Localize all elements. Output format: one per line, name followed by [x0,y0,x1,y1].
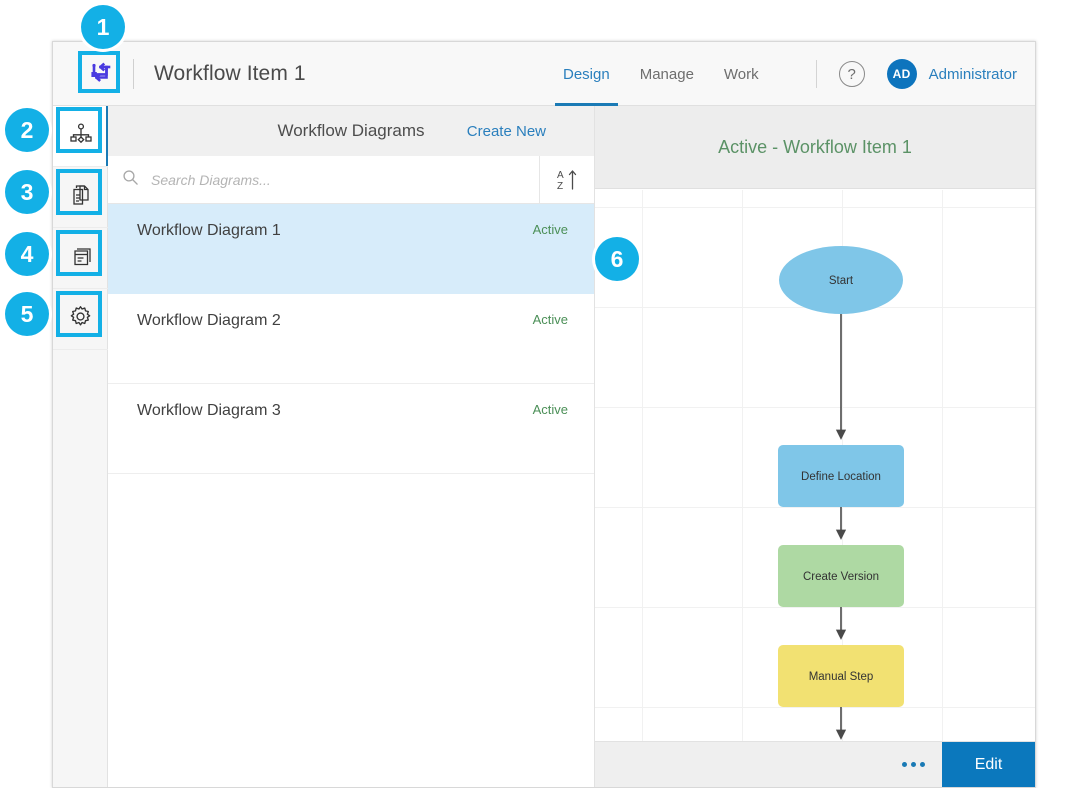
diagram-hierarchy-icon [69,122,93,151]
workflow-diagram: Start Define Location Create Version Man… [595,190,1035,741]
header-right-group: ? AD Administrator [816,42,1017,106]
node-start[interactable]: Start [779,246,903,314]
svg-text:Z: Z [557,181,563,192]
panel-title: Workflow Diagrams [277,121,424,141]
node-create-version[interactable]: Create Version [778,545,904,607]
status-badge: Active [533,222,568,237]
diagram-canvas[interactable]: Start Define Location Create Version Man… [595,190,1035,741]
callout-badge-6: 6 [595,237,639,281]
search-wrapper[interactable] [108,156,540,203]
status-badge: Active [533,402,568,417]
canvas-footer: Edit [595,741,1035,787]
pages-stack-icon [69,244,93,273]
app-header: Workflow Item 1 Design Manage Work ? AD … [53,42,1035,106]
tab-manage[interactable]: Manage [625,42,709,106]
diagram-name: Workflow Diagram 1 [137,222,281,240]
sidebar-icon-rail [53,106,108,787]
callout-badge-4: 4 [5,232,49,276]
app-window: Workflow Item 1 Design Manage Work ? AD … [52,41,1036,788]
node-define-location[interactable]: Define Location [778,445,904,507]
tab-work[interactable]: Work [709,42,774,106]
panel-header: Workflow Diagrams Create New [108,106,594,156]
dot [902,762,907,767]
search-input[interactable] [151,172,539,188]
gear-icon [68,304,93,334]
canvas-pane: Active - Workflow Item 1 Start [595,106,1035,787]
dot [920,762,925,767]
question-mark-icon[interactable]: ? [839,61,865,87]
search-icon [122,169,139,191]
list-item[interactable]: Workflow Diagram 2 Active [108,294,594,384]
dot [911,762,916,767]
status-badge: Active [533,312,568,327]
callout-badge-3: 3 [5,170,49,214]
callout-badge-1: 1 [81,5,125,49]
header-divider [133,59,134,89]
node-label: Create Version [803,571,879,583]
list-item[interactable]: Workflow Diagram 3 Active [108,384,594,474]
svg-text:A: A [557,170,564,181]
callout-badge-5: 5 [5,292,49,336]
workflow-logo-icon[interactable] [83,56,119,92]
canvas-title: Active - Workflow Item 1 [718,137,912,158]
sidebar-item-templates[interactable] [53,167,108,228]
node-label: Manual Step [809,671,874,683]
documents-copy-icon [69,183,93,212]
node-label: Define Location [801,471,881,483]
sort-az-ascending-icon[interactable]: A Z [540,156,594,203]
edit-button[interactable]: Edit [942,742,1035,787]
create-new-button[interactable]: Create New [467,123,546,140]
search-row: A Z [108,156,594,204]
diagram-name: Workflow Diagram 2 [137,312,281,330]
sidebar-item-diagrams[interactable] [53,106,108,167]
sidebar-item-settings[interactable] [53,289,108,350]
diagrams-panel: Workflow Diagrams Create New A Z [108,106,595,787]
canvas-header: Active - Workflow Item 1 [595,106,1035,189]
tab-design[interactable]: Design [548,42,625,106]
header-nav: Design Manage Work [548,42,774,106]
node-manual-step[interactable]: Manual Step [778,645,904,707]
callout-badge-2: 2 [5,108,49,152]
divider [816,60,817,88]
sidebar-item-views[interactable] [53,228,108,289]
page-title: Workflow Item 1 [154,62,306,86]
diagram-name: Workflow Diagram 3 [137,402,281,420]
user-name[interactable]: Administrator [929,66,1017,83]
node-label: Start [829,275,854,287]
list-item[interactable]: Workflow Diagram 1 Active [108,204,594,294]
avatar[interactable]: AD [887,59,917,89]
ellipsis-icon[interactable] [884,742,942,787]
